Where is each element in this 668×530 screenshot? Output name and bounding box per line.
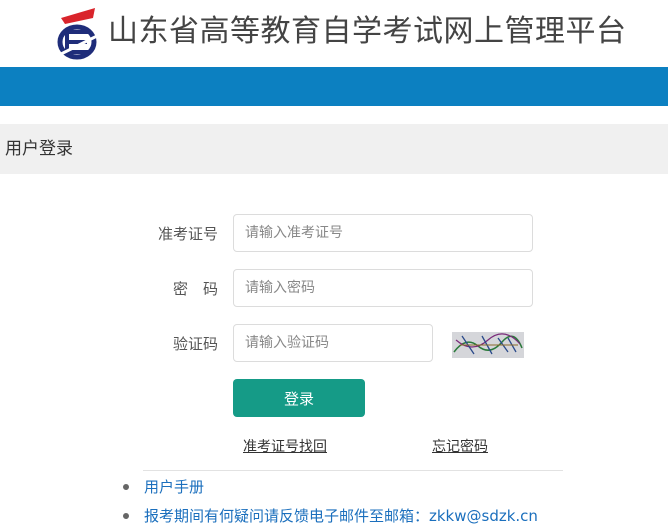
password-input[interactable] (233, 269, 533, 307)
exam-id-input[interactable] (233, 214, 533, 252)
captcha-image[interactable] (452, 332, 524, 358)
captcha-input[interactable] (233, 324, 433, 362)
divider (143, 470, 563, 471)
login-section-header: 用户登录 (0, 124, 668, 174)
site-title: 山东省高等教育自学考试网上管理平台 (108, 14, 627, 49)
bullet-icon (123, 513, 129, 519)
education-exam-logo-icon (55, 6, 99, 62)
section-title: 用户登录 (5, 139, 73, 159)
feedback-email-link[interactable]: 报考期间有何疑问请反馈电子邮件至邮箱：zkkw@sdzk.cn (144, 506, 538, 526)
exam-id-label: 准考证号 (157, 225, 218, 243)
forgot-password-link[interactable]: 忘记密码 (432, 437, 488, 457)
password-label: 密 码 (172, 280, 218, 298)
bullet-icon (123, 484, 129, 490)
user-manual-link[interactable]: 用户手册 (144, 477, 204, 497)
page-header: 山东省高等教育自学考试网上管理平台 (0, 0, 668, 67)
header-blue-bar (0, 67, 668, 106)
captcha-label: 验证码 (172, 335, 218, 353)
login-button[interactable]: 登录 (233, 379, 365, 417)
recover-exam-id-link[interactable]: 准考证号找回 (243, 437, 327, 457)
